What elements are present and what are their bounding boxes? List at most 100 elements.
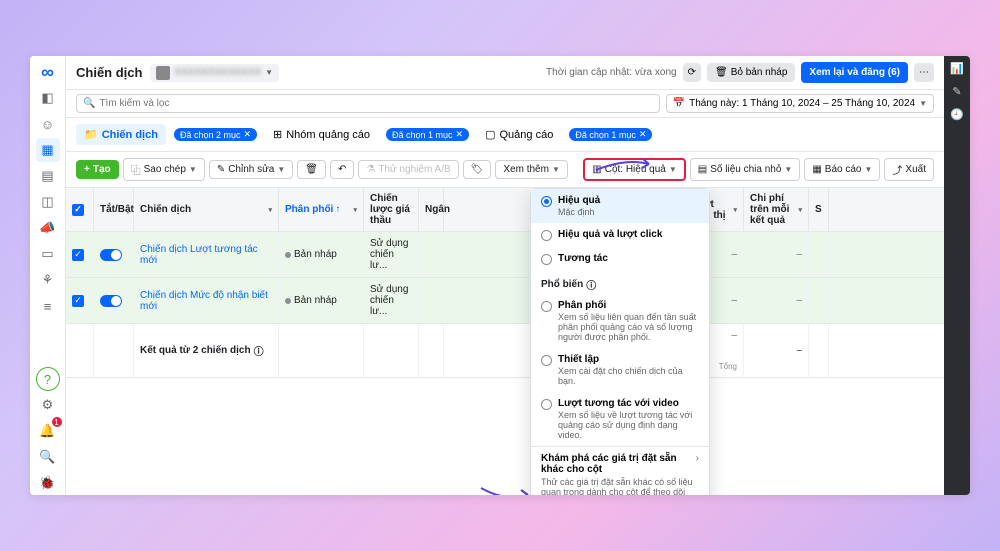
discard-draft-button[interactable]: 🗑Bỏ bản nháp (707, 63, 795, 82)
flask-icon: ⚗ (366, 164, 375, 175)
search-filter-input[interactable]: 🔍 (76, 94, 660, 113)
preset-video[interactable]: Lượt tương tác với videoXem số liệu về l… (531, 392, 709, 446)
page-title: Chiến dịch (76, 65, 142, 80)
campaigns-icon[interactable]: ▦ (36, 138, 60, 162)
edit-panel-icon[interactable]: ✎ (952, 85, 961, 98)
revert-icon: ↶ (338, 164, 346, 175)
radio-icon (541, 254, 552, 265)
row-toggle[interactable] (100, 249, 122, 261)
columns-button[interactable]: ▥Cột: Hiệu quả▼ (583, 158, 686, 181)
smile-icon[interactable]: ☺ (36, 112, 60, 136)
table-header-row: ✓ Tắt/Bật Chiến dịch▾ Phân phối ↑▾ Chiến… (66, 188, 944, 232)
close-icon[interactable]: ✕ (639, 129, 647, 140)
audiences-icon[interactable]: ◫ (36, 190, 60, 214)
annotation-arrow-2 (476, 480, 536, 495)
header-more-button[interactable]: ⋯ (914, 63, 934, 82)
duplicate-button[interactable]: ⿻Sao chép▼ (123, 158, 205, 181)
tab-ads[interactable]: ▢Quảng cáo (477, 124, 561, 145)
explore-presets-link[interactable]: ›Khám phá các giá trị đặt sẵn khác cho c… (531, 446, 709, 495)
edit-button[interactable]: ✎Chỉnh sửa▼ (209, 160, 293, 179)
table-row[interactable]: ✓ Chiến dịch Lượt tương tác mới Bản nháp… (66, 232, 944, 278)
col-delivery[interactable]: Phân phối ↑▾ (279, 188, 364, 231)
table-row[interactable]: ✓ Chiến dịch Mức độ nhận biết mới Bản nh… (66, 278, 944, 324)
more-button[interactable]: Xem thêm▼ (495, 160, 568, 179)
revert-button[interactable]: ↶ (330, 160, 354, 179)
export-icon: ⤴ (892, 162, 902, 177)
row-checkbox[interactable]: ✓ (72, 295, 84, 307)
history-icon[interactable]: 🕘 (950, 108, 964, 121)
meta-logo-icon[interactable]: ∞ (36, 60, 60, 84)
ads-report-icon[interactable]: ▤ (36, 164, 60, 188)
reports-button[interactable]: ▦Báo cáo▼ (804, 158, 880, 181)
row-checkbox[interactable]: ✓ (72, 249, 84, 261)
info-icon[interactable]: ⓘ (586, 277, 596, 292)
dropdown-section-popular: Phổ biếnⓘ (531, 271, 709, 294)
settings-icon[interactable]: ⚙ (36, 393, 60, 417)
data-table: ✓ Tắt/Bật Chiến dịch▾ Phân phối ↑▾ Chiến… (66, 188, 944, 495)
charts-icon[interactable]: 📊 (950, 62, 964, 75)
campaign-name-link[interactable]: Chiến dịch Mức độ nhận biết mới (134, 278, 279, 323)
breakdown-icon: ▤ (698, 164, 707, 175)
preset-performance[interactable]: Hiệu quảMặc định (531, 189, 709, 223)
tab-adsets[interactable]: ⊞Nhóm quảng cáo (265, 124, 378, 145)
col-cpr[interactable]: Chi phí trên mỗi kết quả▾ (744, 188, 809, 231)
search-nav-icon[interactable]: 🔍 (36, 445, 60, 469)
status-dot-icon (285, 252, 291, 258)
create-button[interactable]: + Tạo (76, 160, 119, 179)
radio-icon (541, 399, 552, 410)
close-icon[interactable]: ✕ (243, 129, 251, 140)
trash-icon: 🗑 (715, 67, 728, 78)
folder-icon: 📁 (84, 128, 98, 141)
report-icon: ▦ (812, 164, 821, 175)
radio-icon (541, 230, 552, 241)
export-button[interactable]: ⤴Xuất (884, 158, 934, 181)
preset-performance-clicks[interactable]: Hiệu quả và lượt click (531, 223, 709, 247)
info-icon[interactable]: ⓘ (254, 343, 264, 358)
status-dot-icon (285, 298, 291, 304)
preset-engagement[interactable]: Tương tác (531, 247, 709, 271)
table-summary-row: Kết quả từ 2 chiến dịch ⓘ –tài khoản tro… (66, 324, 944, 378)
select-all-checkbox[interactable]: ✓ (72, 204, 84, 216)
review-publish-button[interactable]: Xem lại và đăng (6) (801, 62, 908, 83)
action-toolbar: + Tạo ⿻Sao chép▼ ✎Chỉnh sửa▼ 🗑 ↶ ⚗Thử ng… (66, 152, 944, 188)
help-icon[interactable]: ? (36, 367, 60, 391)
col-bid[interactable]: Chiến lược giá thầu (364, 188, 419, 231)
preset-delivery[interactable]: Phân phốiXem số liệu liên quan đến tần s… (531, 294, 709, 348)
notifications-icon[interactable]: 🔔1 (36, 419, 60, 443)
columns-dropdown: Hiệu quảMặc định Hiệu quả và lượt click … (530, 188, 710, 495)
right-activity-rail: 📊 ✎ 🕘 (944, 56, 970, 495)
delete-button[interactable]: 🗑 (297, 160, 326, 179)
radio-icon (541, 355, 552, 366)
chevron-right-icon: › (696, 453, 699, 464)
megaphone-icon[interactable]: 📣 (36, 216, 60, 240)
abtest-button[interactable]: ⚗Thử nghiệm A/B (358, 160, 458, 179)
tag-button[interactable]: 🏷 (463, 160, 492, 179)
tab-campaigns[interactable]: 📁Chiến dịch (76, 124, 166, 145)
account-overview-icon[interactable]: ◧ (36, 86, 60, 110)
calendar-icon: 📅 (673, 98, 685, 109)
date-range-picker[interactable]: 📅 Tháng này: 1 Tháng 10, 2024 – 25 Tháng… (666, 94, 934, 113)
page-header: Chiến dịch XXXXXXXXXXXXX ▼ Thời gian cập… (66, 56, 944, 90)
campaigns-selection-pill[interactable]: Đã chọn 2 mục✕ (174, 128, 257, 141)
campaign-name-link[interactable]: Chiến dịch Lượt tương tác mới (134, 232, 279, 277)
row-toggle[interactable] (100, 295, 122, 307)
billing-icon[interactable]: ▭ (36, 242, 60, 266)
col-budget[interactable]: Ngân (419, 188, 444, 231)
account-selector[interactable]: XXXXXXXXXXXXX ▼ (150, 64, 279, 82)
col-s[interactable]: S (809, 188, 829, 231)
adset-icon: ⊞ (273, 128, 282, 141)
preset-setup[interactable]: Thiết lậpXem cài đặt cho chiến dịch của … (531, 348, 709, 392)
bug-icon[interactable]: 🐞 (36, 471, 60, 495)
events-icon[interactable]: ⚘ (36, 268, 60, 292)
level-tabs: 📁Chiến dịch Đã chọn 2 mục✕ ⊞Nhóm quảng c… (66, 118, 944, 152)
adsets-selection-pill[interactable]: Đã chọn 1 mục✕ (386, 128, 469, 141)
all-tools-icon[interactable]: ≡ (36, 294, 60, 318)
col-onoff[interactable]: Tắt/Bật (94, 188, 134, 231)
ads-selection-pill[interactable]: Đã chọn 1 mục✕ (569, 128, 652, 141)
refresh-button[interactable]: ⟳ (683, 63, 701, 82)
close-icon[interactable]: ✕ (456, 129, 464, 140)
left-nav-rail: ∞ ◧ ☺ ▦ ▤ ◫ 📣 ▭ ⚘ ≡ ? ⚙ 🔔1 🔍 🐞 (30, 56, 66, 495)
radio-icon (541, 301, 552, 312)
col-campaign[interactable]: Chiến dịch▾ (134, 188, 279, 231)
breakdown-button[interactable]: ▤Số liệu chia nhỏ▼ (690, 158, 801, 181)
